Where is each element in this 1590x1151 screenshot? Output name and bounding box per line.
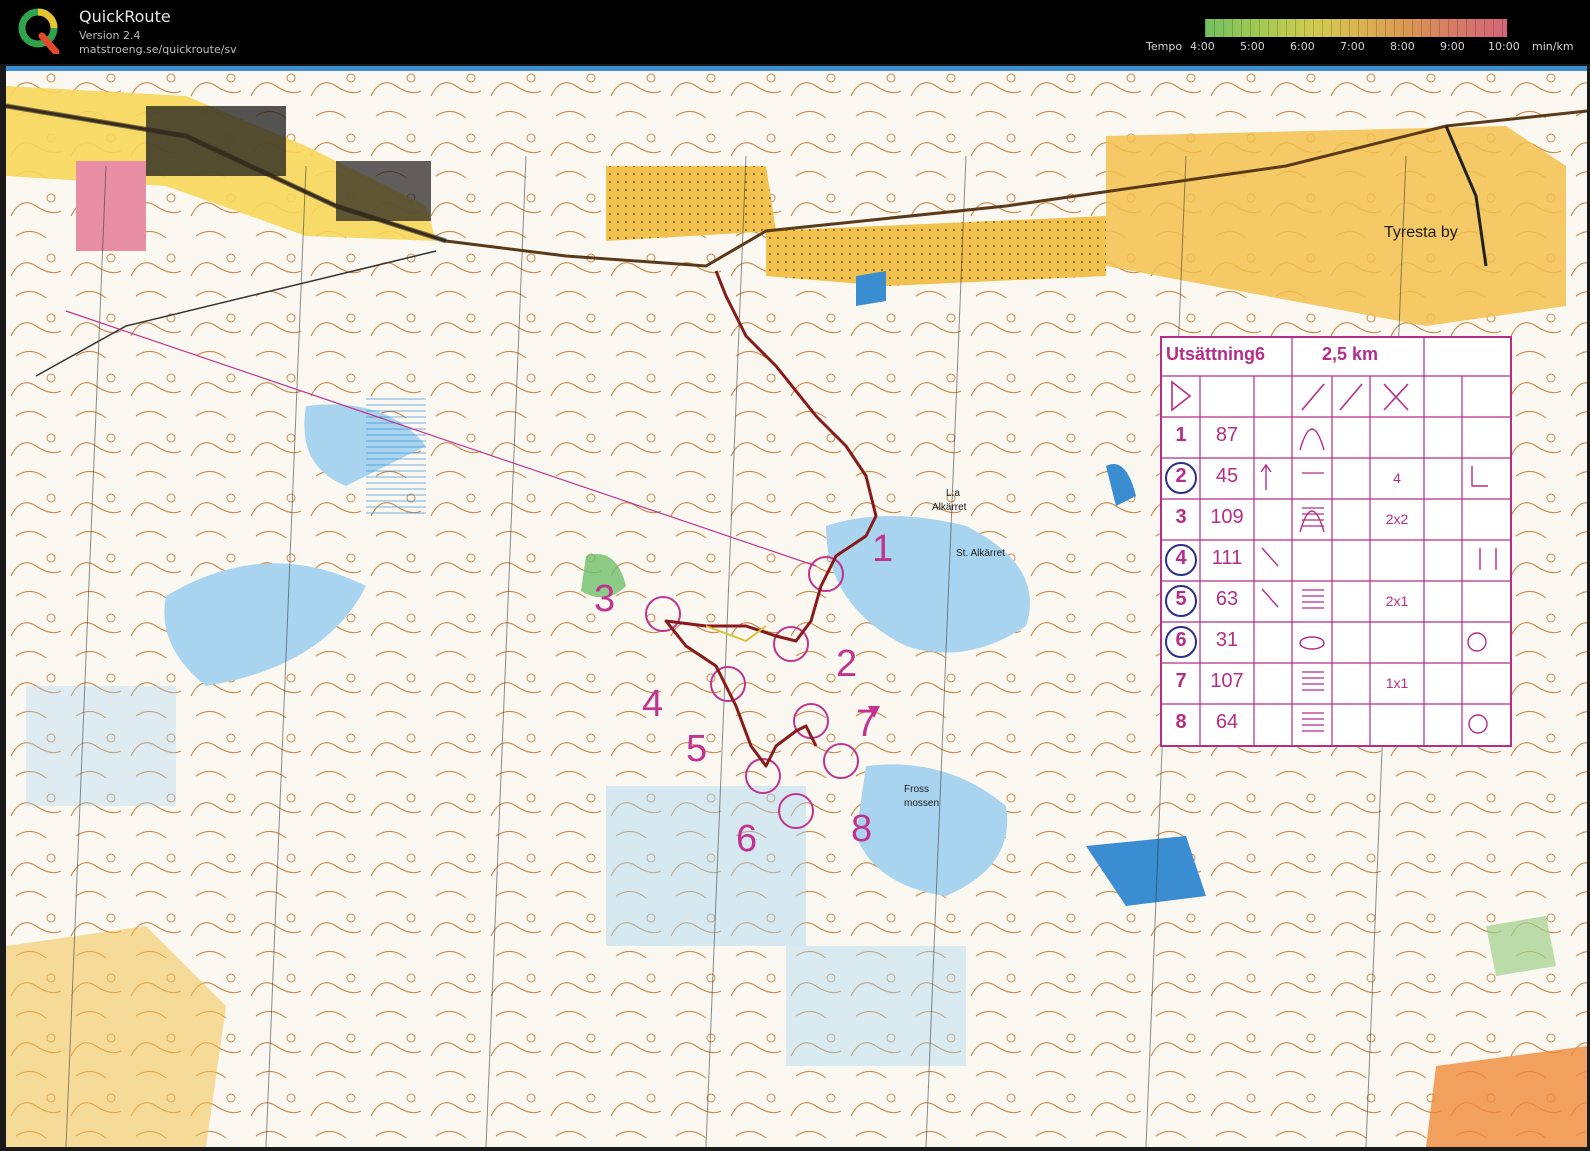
tempo-tick: 7:00 xyxy=(1340,40,1365,53)
control-number: 8 xyxy=(851,808,872,850)
tempo-tick: 9:00 xyxy=(1440,40,1465,53)
tempo-tick: 5:00 xyxy=(1240,40,1265,53)
control-row-code: 87 xyxy=(1215,424,1239,446)
place-label: St. Alkärret xyxy=(956,548,1005,559)
handdrawn-ring xyxy=(1165,626,1197,658)
control-number: 5 xyxy=(686,728,707,770)
start-symbol-icon xyxy=(1171,380,1192,412)
green-vegetation xyxy=(1486,916,1556,976)
app-name: QuickRoute xyxy=(79,7,171,26)
feature-symbol-icon xyxy=(1471,466,1488,487)
feature-symbol-icon xyxy=(1468,714,1488,734)
wet-area xyxy=(26,686,176,806)
wet-area xyxy=(606,786,806,946)
control-row-number: 8 xyxy=(1175,711,1187,733)
map-top-edge xyxy=(6,66,1587,71)
knoll-symbol-icon xyxy=(1299,428,1325,451)
pond xyxy=(856,271,886,306)
feature-symbol-icon xyxy=(1467,632,1487,652)
place-label: Alkärret xyxy=(932,502,967,513)
control-row-code: 107 xyxy=(1210,670,1244,692)
app-url[interactable]: matstroeng.se/quickroute/sv xyxy=(79,43,237,56)
control-row-dimension: 2x2 xyxy=(1385,511,1409,527)
quickroute-logo-icon xyxy=(18,8,60,54)
tempo-unit: min/km xyxy=(1532,40,1574,53)
control-row-dimension: 4 xyxy=(1393,470,1401,486)
control-row-code: 31 xyxy=(1215,629,1239,651)
depression-symbol-icon xyxy=(1299,636,1325,650)
place-label: Fross xyxy=(904,784,929,795)
description-header-symbol xyxy=(1339,383,1363,411)
building-block xyxy=(146,106,286,176)
tempo-tick: 10:00 xyxy=(1488,40,1520,53)
handdrawn-ring xyxy=(1165,585,1197,617)
tempo-tick: 8:00 xyxy=(1390,40,1415,53)
control-row-dimension: 2x1 xyxy=(1385,593,1409,609)
control-row-code: 63 xyxy=(1215,588,1239,610)
control-number: 3 xyxy=(594,578,615,620)
tempo-label: Tempo xyxy=(1146,40,1183,53)
control-number: 6 xyxy=(736,818,757,860)
control-row-number: 1 xyxy=(1175,424,1187,446)
description-header-symbol xyxy=(1301,383,1325,411)
control-row-code: 64 xyxy=(1215,711,1239,733)
open-land-area xyxy=(606,166,776,241)
control-row-code: 109 xyxy=(1210,506,1244,528)
tempo-tick: 4:00 xyxy=(1190,40,1215,53)
place-label: Tyresta by xyxy=(1384,224,1458,241)
control-row-code: 111 xyxy=(1211,547,1243,569)
control-row-number: 3 xyxy=(1175,506,1187,528)
control-row-dimension: 1x1 xyxy=(1385,675,1409,691)
control-row-code: 45 xyxy=(1215,465,1239,487)
control-number: 2 xyxy=(836,643,857,685)
handdrawn-ring xyxy=(1165,544,1197,576)
place-label: mossen xyxy=(904,798,939,809)
marsh xyxy=(366,396,426,516)
arrow-se-icon xyxy=(1261,588,1279,608)
building-block xyxy=(76,161,146,251)
app-header: QuickRoute Version 2.4 matstroeng.se/qui… xyxy=(0,0,1590,64)
tempo-color-scale xyxy=(1205,19,1507,37)
control-number: 1 xyxy=(872,528,893,570)
control-number: 4 xyxy=(642,683,663,725)
handdrawn-ring xyxy=(1165,462,1197,494)
tempo-tick: 6:00 xyxy=(1290,40,1315,53)
control-description-card: Utsättning6 2,5 km 1 87 2 45 4 3 109 2x2… xyxy=(1160,336,1512,747)
wet-area xyxy=(786,946,966,1066)
app-version: Version 2.4 xyxy=(79,29,141,42)
place-label: L:a xyxy=(946,488,960,499)
control-row-number: 7 xyxy=(1175,670,1187,692)
arrow-se-icon xyxy=(1261,547,1279,567)
control-number: 7 xyxy=(856,703,877,745)
